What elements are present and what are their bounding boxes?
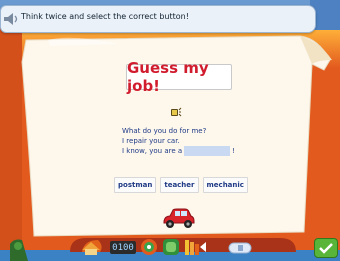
dialog-text: What do you do for me? I repair your car…	[122, 126, 262, 156]
speaker-icon[interactable]	[3, 13, 19, 25]
home-icon[interactable]	[80, 240, 102, 256]
choice-teacher-button[interactable]: teacher	[160, 177, 199, 193]
dialog-line-1: What do you do for me?	[122, 127, 207, 135]
dialog-line-3-suffix: !	[232, 147, 235, 155]
dialog-line-3-prefix: I know, you are a	[122, 147, 183, 155]
plant-icon	[8, 238, 28, 260]
score-counter: 0100	[110, 241, 136, 254]
answer-choices: postman teacher mechanic	[114, 177, 248, 193]
dialog-line-2: I repair your car.	[122, 137, 180, 145]
help-icon[interactable]	[162, 238, 180, 256]
game-stage: Think twice and select the correct butto…	[0, 0, 340, 261]
screen-icon[interactable]	[228, 242, 252, 254]
dialog-line-3: I know, you are a!	[122, 146, 262, 156]
instruction-bar: Think twice and select the correct butto…	[0, 5, 316, 33]
sound-icon[interactable]	[170, 106, 182, 118]
progress-icon[interactable]	[184, 238, 208, 256]
checkmark-icon[interactable]	[314, 238, 338, 258]
left-wall	[0, 28, 22, 261]
choice-postman-button[interactable]: postman	[114, 177, 157, 193]
choice-mechanic-button[interactable]: mechanic	[202, 177, 248, 193]
answer-blank	[184, 146, 231, 156]
instruction-text: Think twice and select the correct butto…	[21, 12, 189, 21]
car-icon	[163, 208, 195, 228]
page-title: Guess my job!	[126, 59, 232, 95]
clock-icon[interactable]	[140, 238, 158, 256]
